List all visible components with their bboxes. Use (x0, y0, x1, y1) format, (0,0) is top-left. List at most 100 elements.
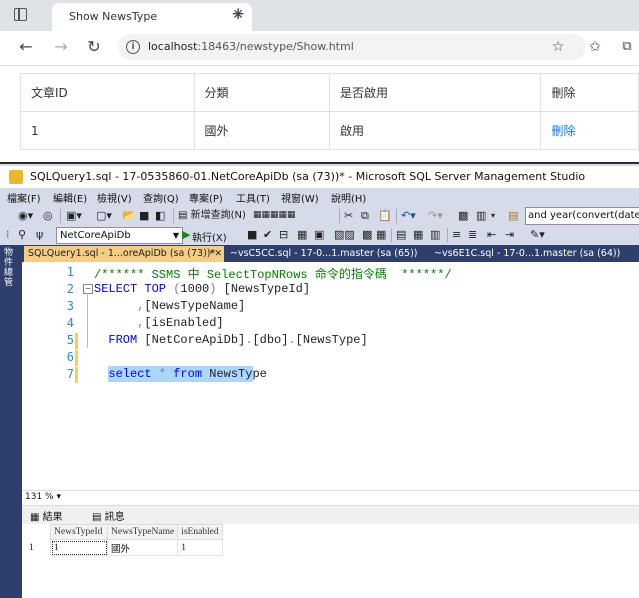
column-header[interactable]: isEnabled (177, 524, 224, 540)
grid-cell[interactable]: 1 (177, 539, 224, 556)
database-select[interactable]: NetCoreApiDb ▼ (56, 227, 183, 244)
menu-view[interactable]: 檢視(V) (97, 190, 132, 205)
browser-tab[interactable]: Show NewsType ✕ (52, 3, 252, 31)
paste-icon[interactable]: 📋 (378, 209, 392, 222)
back-icon[interactable]: ← (16, 37, 36, 57)
results-to-text-icon[interactable]: ▤ (396, 228, 406, 241)
toolbar-dropdown-icon[interactable]: ▾ (491, 209, 495, 222)
activity-monitor-icon[interactable]: ▩ (458, 209, 468, 222)
object-explorer-label: 物件總管 (4, 248, 14, 288)
navigate-forward-icon[interactable]: ◎ (43, 209, 53, 222)
tab-sqlquery1[interactable]: SQLQuery1.sql - 1...oreApiDb (sa (73))* … (24, 246, 224, 262)
results-to-file-icon[interactable]: ▥ (430, 228, 440, 241)
stop-icon[interactable]: ■ (247, 228, 257, 241)
column-header[interactable]: NewsTypeName (106, 524, 179, 540)
tab-actions-icon[interactable] (14, 8, 27, 21)
new-tab-icon[interactable]: + (231, 4, 245, 24)
code-line-1: /****** SSMS 中 SelectTopNRows 命令的指令碼 ***… (94, 268, 452, 282)
row-number[interactable]: 1 (26, 539, 51, 556)
uncomment-icon[interactable]: ≣ (468, 228, 477, 241)
available-databases-icon[interactable]: ψ (36, 228, 43, 241)
table-row: 1 國外 啟用 刪除 (20, 111, 639, 150)
menu-query[interactable]: 查詢(Q) (143, 190, 179, 205)
collections-icon[interactable]: ⧉ (617, 37, 637, 57)
save-all-icon[interactable]: ◧ (155, 209, 165, 222)
url-field[interactable]: i localhost:18463/newstype/Show.html (118, 34, 586, 60)
cut-icon[interactable]: ✂ (344, 209, 353, 222)
include-plan-icon[interactable]: ▩ (362, 228, 372, 241)
header-category: 分類 (193, 73, 330, 112)
menu-help[interactable]: 說明(H) (331, 190, 366, 205)
tab-results[interactable]: ▦ 結果 (30, 508, 63, 523)
menu-tools[interactable]: 工具(T) (236, 190, 270, 205)
column-header[interactable]: NewsTypeId (50, 524, 108, 540)
collapse-icon[interactable]: − (83, 284, 93, 294)
copy-icon[interactable]: ⧉ (361, 209, 369, 222)
intellisense-icon[interactable]: ▧▨ (334, 228, 355, 241)
code-line-2: SELECT TOP (1000) [NewsTypeId] (94, 282, 311, 296)
toolbar-icon[interactable]: ▥ (476, 209, 486, 222)
url-text: localhost:18463/newstype/Show.html (148, 40, 354, 53)
debug-icon[interactable]: ⊟ (279, 228, 288, 241)
zoom-value: 131 % (25, 492, 54, 502)
find-icon[interactable]: ▤ (508, 209, 518, 222)
menu-project[interactable]: 專案(P) (189, 190, 223, 205)
results-tab-strip: ▦ 結果 ▤ 訊息 (22, 506, 639, 525)
connect-icon[interactable]: ⁞ (6, 228, 10, 241)
delete-link[interactable]: 刪除 (551, 124, 575, 138)
menu-edit[interactable]: 編輯(E) (53, 190, 87, 205)
grid-cell[interactable]: 1 (50, 539, 108, 556)
tab-title: Show NewsType (69, 10, 158, 23)
find-expression-input[interactable]: and year(convert(datetime (525, 207, 639, 225)
redo-icon[interactable]: ↷▾ (428, 209, 443, 222)
line-number: 3 (66, 299, 74, 313)
client-stats-icon[interactable]: ▦ (376, 228, 386, 241)
object-explorer-strip[interactable]: 物件總管 (0, 245, 22, 598)
display-plan-icon[interactable]: ▦ (297, 228, 307, 241)
change-marker (75, 367, 78, 383)
new-query-button[interactable]: ▤ 新增查詢(N) (178, 209, 246, 222)
cell-enabled: 啟用 (328, 111, 542, 150)
query-options-icon[interactable]: ▣ (314, 228, 324, 241)
cell-id: 1 (20, 111, 195, 150)
query-type-icons[interactable]: ▦▦▦▦▦ (253, 209, 296, 222)
save-icon[interactable]: ■ (139, 209, 149, 222)
line-number: 2 (66, 282, 74, 296)
execute-icon[interactable]: ▶ (182, 228, 190, 241)
ssms-title-bar: SQLQuery1.sql - 17-0535860-01.NetCoreApi… (0, 166, 639, 188)
undo-icon[interactable]: ↶▾ (401, 209, 416, 222)
results-to-grid-icon[interactable]: ▦ (413, 228, 423, 241)
sql-editor-toolbar: ⁞ ⚲ ψ NetCoreApiDb ▼ ▶ 執行(X) ■ ✔ ⊟ ▦ ▣ ▧… (0, 225, 639, 245)
site-info-icon[interactable]: i (126, 40, 140, 54)
pin-icon[interactable]: ᵖ (210, 246, 214, 262)
increase-indent-icon[interactable]: ⇥ (505, 228, 514, 241)
refresh-icon[interactable]: ↻ (84, 37, 104, 57)
navigate-back-icon[interactable]: ◉▾ (18, 209, 33, 222)
close-icon[interactable]: ✕ (214, 246, 222, 262)
line-number: 6 (66, 350, 74, 364)
execute-button[interactable]: 執行(X) (192, 229, 227, 244)
tab-messages[interactable]: ▤ 訊息 (92, 508, 125, 523)
tab-vsc5cc[interactable]: ~vsC5CC.sql - 17-0...1.master (sa (65)) (226, 246, 426, 262)
zoom-select[interactable]: 131 % ▾ (25, 491, 69, 503)
parse-icon[interactable]: ✔ (263, 228, 272, 241)
change-connection-icon[interactable]: ⚲ (18, 228, 26, 241)
results-grid: NewsTypeId NewsTypeName isEnabled 1 1 國外… (26, 524, 224, 556)
grid-cell[interactable]: 國外 (106, 539, 179, 556)
query-editor[interactable]: 1 2 3 4 5 6 7 − /****** SSMS 中 SelectTop… (22, 262, 639, 490)
new-query-label: 新增查詢(N) (190, 210, 246, 221)
new-file-icon[interactable]: ▢▾ (96, 209, 112, 222)
favorites-icon[interactable]: ✩ (585, 37, 605, 57)
new-project-icon[interactable]: ▣▾ (66, 209, 82, 222)
specify-values-icon[interactable]: ✎▾ (530, 228, 545, 241)
comment-icon[interactable]: ≡ (452, 228, 461, 241)
forward-icon[interactable]: → (51, 37, 71, 57)
ssms-app-icon (9, 170, 23, 184)
change-marker (75, 350, 78, 366)
tab-vs6e1c[interactable]: ~vs6E1C.sql - 17-0...1.master (sa (64)) (430, 246, 639, 262)
decrease-indent-icon[interactable]: ⇤ (487, 228, 496, 241)
menu-window[interactable]: 視窗(W) (281, 190, 319, 205)
favorite-add-icon[interactable]: ☆ (548, 37, 568, 57)
menu-file[interactable]: 檔案(F) (7, 190, 41, 205)
open-file-icon[interactable]: 📂 (122, 209, 136, 222)
